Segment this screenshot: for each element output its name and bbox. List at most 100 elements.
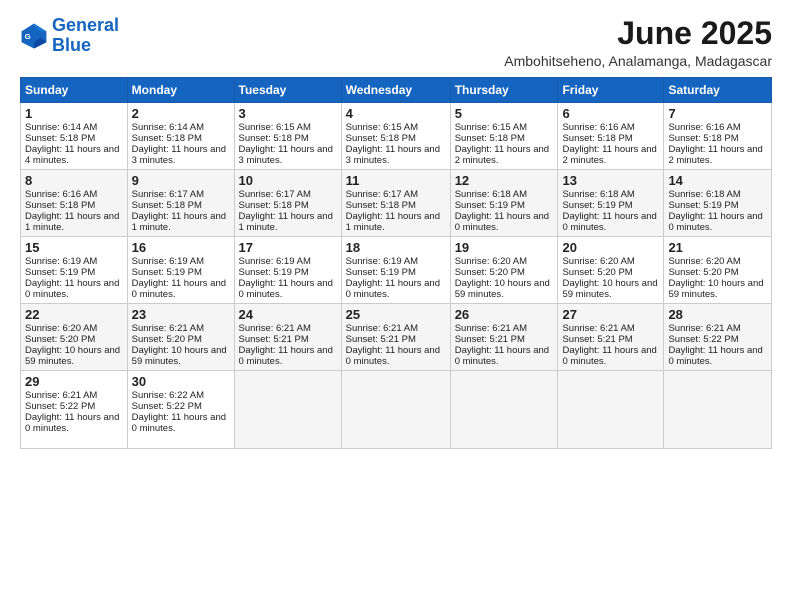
day-number: 2 xyxy=(132,106,230,121)
title-block: June 2025 Ambohitseheno, Analamanga, Mad… xyxy=(504,16,772,69)
calendar-cell-13: 13 Sunrise: 6:18 AM Sunset: 5:19 PM Dayl… xyxy=(558,170,664,237)
day-number: 28 xyxy=(668,307,767,322)
logo: G General Blue xyxy=(20,16,119,56)
day-number: 11 xyxy=(346,173,446,188)
daylight-label: Daylight: 11 hours and 3 minutes. xyxy=(239,144,333,166)
sunset-label: Sunset: 5:18 PM xyxy=(346,133,416,144)
calendar-cell-10: 10 Sunrise: 6:17 AM Sunset: 5:18 PM Dayl… xyxy=(234,170,341,237)
svg-text:G: G xyxy=(25,32,31,41)
sunrise-label: Sunrise: 6:17 AM xyxy=(346,189,418,200)
sunrise-label: Sunrise: 6:16 AM xyxy=(562,122,634,133)
sunrise-label: Sunrise: 6:21 AM xyxy=(25,390,97,401)
day-number: 7 xyxy=(668,106,767,121)
sunrise-label: Sunrise: 6:21 AM xyxy=(455,323,527,334)
sunset-label: Sunset: 5:18 PM xyxy=(346,200,416,211)
sunset-label: Sunset: 5:18 PM xyxy=(132,200,202,211)
sunrise-label: Sunrise: 6:15 AM xyxy=(455,122,527,133)
sunrise-label: Sunrise: 6:18 AM xyxy=(455,189,527,200)
sunset-label: Sunset: 5:20 PM xyxy=(668,267,738,278)
day-number: 29 xyxy=(25,374,123,389)
daylight-label: Daylight: 11 hours and 2 minutes. xyxy=(668,144,762,166)
day-number: 20 xyxy=(562,240,659,255)
calendar-cell-8: 8 Sunrise: 6:16 AM Sunset: 5:18 PM Dayli… xyxy=(21,170,128,237)
day-number: 14 xyxy=(668,173,767,188)
day-number: 19 xyxy=(455,240,554,255)
sunrise-label: Sunrise: 6:17 AM xyxy=(132,189,204,200)
day-number: 6 xyxy=(562,106,659,121)
calendar-cell-11: 11 Sunrise: 6:17 AM Sunset: 5:18 PM Dayl… xyxy=(341,170,450,237)
calendar-cell-28: 28 Sunrise: 6:21 AM Sunset: 5:22 PM Dayl… xyxy=(664,304,772,371)
day-number: 21 xyxy=(668,240,767,255)
sunset-label: Sunset: 5:21 PM xyxy=(239,334,309,345)
sunset-label: Sunset: 5:18 PM xyxy=(562,133,632,144)
daylight-label: Daylight: 11 hours and 0 minutes. xyxy=(668,345,762,367)
day-number: 17 xyxy=(239,240,337,255)
daylight-label: Daylight: 11 hours and 1 minute. xyxy=(346,211,440,233)
day-number: 13 xyxy=(562,173,659,188)
calendar-cell-20: 20 Sunrise: 6:20 AM Sunset: 5:20 PM Dayl… xyxy=(558,237,664,304)
day-number: 5 xyxy=(455,106,554,121)
sunrise-label: Sunrise: 6:14 AM xyxy=(132,122,204,133)
sunrise-label: Sunrise: 6:22 AM xyxy=(132,390,204,401)
calendar-cell-7: 7 Sunrise: 6:16 AM Sunset: 5:18 PM Dayli… xyxy=(664,103,772,170)
sunset-label: Sunset: 5:22 PM xyxy=(25,401,95,412)
header-wednesday: Wednesday xyxy=(341,78,450,103)
daylight-label: Daylight: 11 hours and 0 minutes. xyxy=(239,345,333,367)
daylight-label: Daylight: 11 hours and 3 minutes. xyxy=(346,144,440,166)
calendar-cell-18: 18 Sunrise: 6:19 AM Sunset: 5:19 PM Dayl… xyxy=(341,237,450,304)
header-saturday: Saturday xyxy=(664,78,772,103)
calendar-cell-23: 23 Sunrise: 6:21 AM Sunset: 5:20 PM Dayl… xyxy=(127,304,234,371)
day-number: 12 xyxy=(455,173,554,188)
sunset-label: Sunset: 5:20 PM xyxy=(25,334,95,345)
calendar-cell-19: 19 Sunrise: 6:20 AM Sunset: 5:20 PM Dayl… xyxy=(450,237,558,304)
sunset-label: Sunset: 5:21 PM xyxy=(455,334,525,345)
empty-cell xyxy=(341,371,450,449)
sunset-label: Sunset: 5:22 PM xyxy=(132,401,202,412)
daylight-label: Daylight: 11 hours and 0 minutes. xyxy=(668,211,762,233)
daylight-label: Daylight: 10 hours and 59 minutes. xyxy=(668,278,763,300)
sunset-label: Sunset: 5:21 PM xyxy=(346,334,416,345)
logo-icon: G xyxy=(20,22,48,50)
day-number: 18 xyxy=(346,240,446,255)
daylight-label: Daylight: 11 hours and 3 minutes. xyxy=(132,144,226,166)
calendar-cell-16: 16 Sunrise: 6:19 AM Sunset: 5:19 PM Dayl… xyxy=(127,237,234,304)
logo-text: General Blue xyxy=(52,16,119,56)
sunrise-label: Sunrise: 6:15 AM xyxy=(239,122,311,133)
sunset-label: Sunset: 5:18 PM xyxy=(132,133,202,144)
header: G General Blue June 2025 Ambohitseheno, … xyxy=(20,16,772,69)
sunrise-label: Sunrise: 6:20 AM xyxy=(668,256,740,267)
day-number: 30 xyxy=(132,374,230,389)
sunset-label: Sunset: 5:18 PM xyxy=(668,133,738,144)
day-number: 4 xyxy=(346,106,446,121)
header-monday: Monday xyxy=(127,78,234,103)
sunrise-label: Sunrise: 6:20 AM xyxy=(25,323,97,334)
sunset-label: Sunset: 5:19 PM xyxy=(346,267,416,278)
day-number: 24 xyxy=(239,307,337,322)
calendar-cell-25: 25 Sunrise: 6:21 AM Sunset: 5:21 PM Dayl… xyxy=(341,304,450,371)
daylight-label: Daylight: 11 hours and 0 minutes. xyxy=(132,412,226,434)
sunrise-label: Sunrise: 6:21 AM xyxy=(239,323,311,334)
sunrise-label: Sunrise: 6:18 AM xyxy=(668,189,740,200)
logo-line1: General xyxy=(52,15,119,35)
sunrise-label: Sunrise: 6:18 AM xyxy=(562,189,634,200)
sunrise-label: Sunrise: 6:19 AM xyxy=(25,256,97,267)
sunrise-label: Sunrise: 6:20 AM xyxy=(455,256,527,267)
calendar-cell-15: 15 Sunrise: 6:19 AM Sunset: 5:19 PM Dayl… xyxy=(21,237,128,304)
calendar-cell-6: 6 Sunrise: 6:16 AM Sunset: 5:18 PM Dayli… xyxy=(558,103,664,170)
calendar-cell-9: 9 Sunrise: 6:17 AM Sunset: 5:18 PM Dayli… xyxy=(127,170,234,237)
empty-cell xyxy=(450,371,558,449)
calendar-cell-14: 14 Sunrise: 6:18 AM Sunset: 5:19 PM Dayl… xyxy=(664,170,772,237)
daylight-label: Daylight: 11 hours and 1 minute. xyxy=(132,211,226,233)
sunset-label: Sunset: 5:19 PM xyxy=(132,267,202,278)
calendar-cell-12: 12 Sunrise: 6:18 AM Sunset: 5:19 PM Dayl… xyxy=(450,170,558,237)
daylight-label: Daylight: 10 hours and 59 minutes. xyxy=(25,345,120,367)
sunrise-label: Sunrise: 6:19 AM xyxy=(239,256,311,267)
sunset-label: Sunset: 5:18 PM xyxy=(239,133,309,144)
day-number: 16 xyxy=(132,240,230,255)
day-number: 26 xyxy=(455,307,554,322)
day-number: 1 xyxy=(25,106,123,121)
header-sunday: Sunday xyxy=(21,78,128,103)
day-number: 22 xyxy=(25,307,123,322)
daylight-label: Daylight: 11 hours and 1 minute. xyxy=(25,211,119,233)
daylight-label: Daylight: 11 hours and 0 minutes. xyxy=(562,211,656,233)
